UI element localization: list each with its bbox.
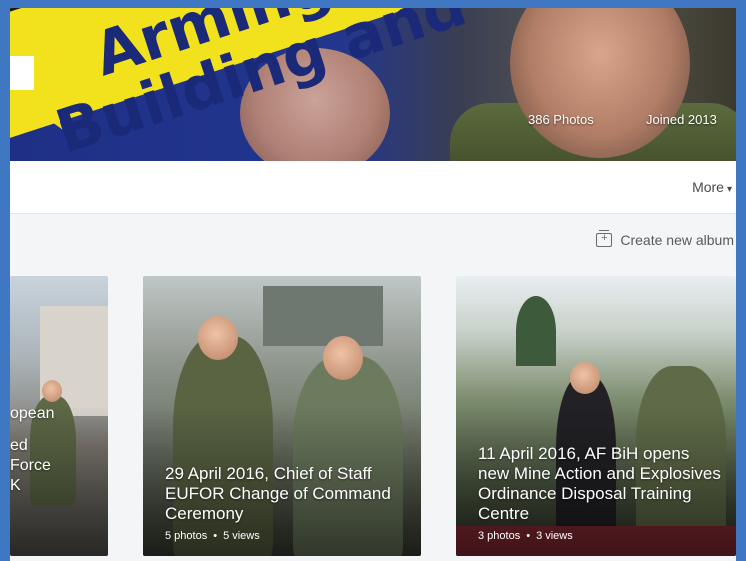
- create-album-label: Create new album: [620, 232, 734, 248]
- scene-hall: [263, 286, 383, 346]
- scene-tree: [516, 296, 556, 366]
- album-title: 11 April 2016, AF BiH opens new Mine Act…: [478, 444, 721, 523]
- create-new-album-button[interactable]: + Create new album: [596, 230, 734, 248]
- album-title: opean ed Force K: [10, 405, 55, 494]
- album-view-count: 3 views: [536, 530, 573, 542]
- more-label: More: [692, 179, 724, 195]
- joined-date: Joined 2013: [646, 112, 717, 127]
- scene-head: [323, 336, 363, 380]
- photos-count[interactable]: 386 Photos: [528, 112, 594, 127]
- album-card[interactable]: opean ed Force K: [10, 276, 108, 556]
- album-view-count: 5 views: [223, 530, 260, 542]
- album-meta: 3 photos • 3 views: [478, 530, 573, 542]
- album-title: 29 April 2016, Chief of Staff EUFOR Chan…: [165, 464, 391, 523]
- album-card[interactable]: 29 April 2016, Chief of Staff EUFOR Chan…: [143, 276, 421, 556]
- album-card[interactable]: 11 April 2016, AF BiH opens new Mine Act…: [456, 276, 736, 556]
- album-photo-count: 3 photos: [478, 530, 521, 542]
- more-menu-button[interactable]: More ▾: [692, 179, 732, 195]
- scene-head: [198, 316, 238, 360]
- scene-head: [570, 362, 600, 394]
- photostream-page: ★ Arming Building and 386 Photos Joined …: [10, 8, 736, 561]
- scene-head: [42, 380, 62, 402]
- profile-name-box[interactable]: [10, 56, 34, 90]
- album-photo-count: 5 photos: [165, 530, 208, 542]
- caret-down-icon: ▾: [726, 184, 732, 195]
- album-meta: 5 photos • 5 views: [165, 530, 260, 542]
- cover-photo: ★ Arming Building and 386 Photos Joined …: [10, 8, 736, 161]
- album-add-icon: +: [596, 230, 613, 247]
- sub-navigation: More ▾: [10, 161, 736, 214]
